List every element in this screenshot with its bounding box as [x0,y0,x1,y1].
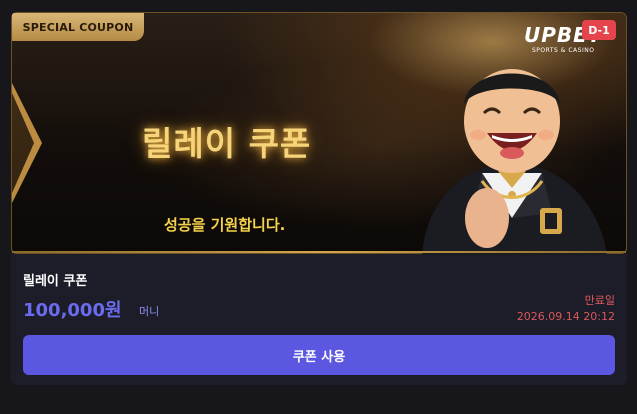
expire-date: 2026.09.14 20:12 [516,310,615,323]
coupon-banner: SPECIAL COUPON 릴레이 쿠폰 성공을 기원합니다. UPBET S… [11,12,627,255]
special-coupon-tab: SPECIAL COUPON [12,13,144,41]
banner-divider [12,251,626,253]
dday-badge: D-1 [582,20,616,40]
coupon-amount-unit: 머니 [139,305,160,318]
expire-label: 만료일 [584,294,615,307]
banner-title: 릴레이 쿠폰 [142,124,312,163]
logo-subtext: SPORTS & CASINO [532,47,595,54]
use-coupon-button[interactable]: 쿠폰 사용 [23,335,615,375]
coupon-amount: 100,000원 [23,300,122,321]
mascot-illustration [422,69,607,255]
coupon-card: SPECIAL COUPON 릴레이 쿠폰 성공을 기원합니다. UPBET S… [11,12,627,385]
chevron-decoration-icon [12,83,42,203]
banner-subtitle: 성공을 기원합니다. [164,216,286,234]
coupon-name: 릴레이 쿠폰 [23,274,88,289]
